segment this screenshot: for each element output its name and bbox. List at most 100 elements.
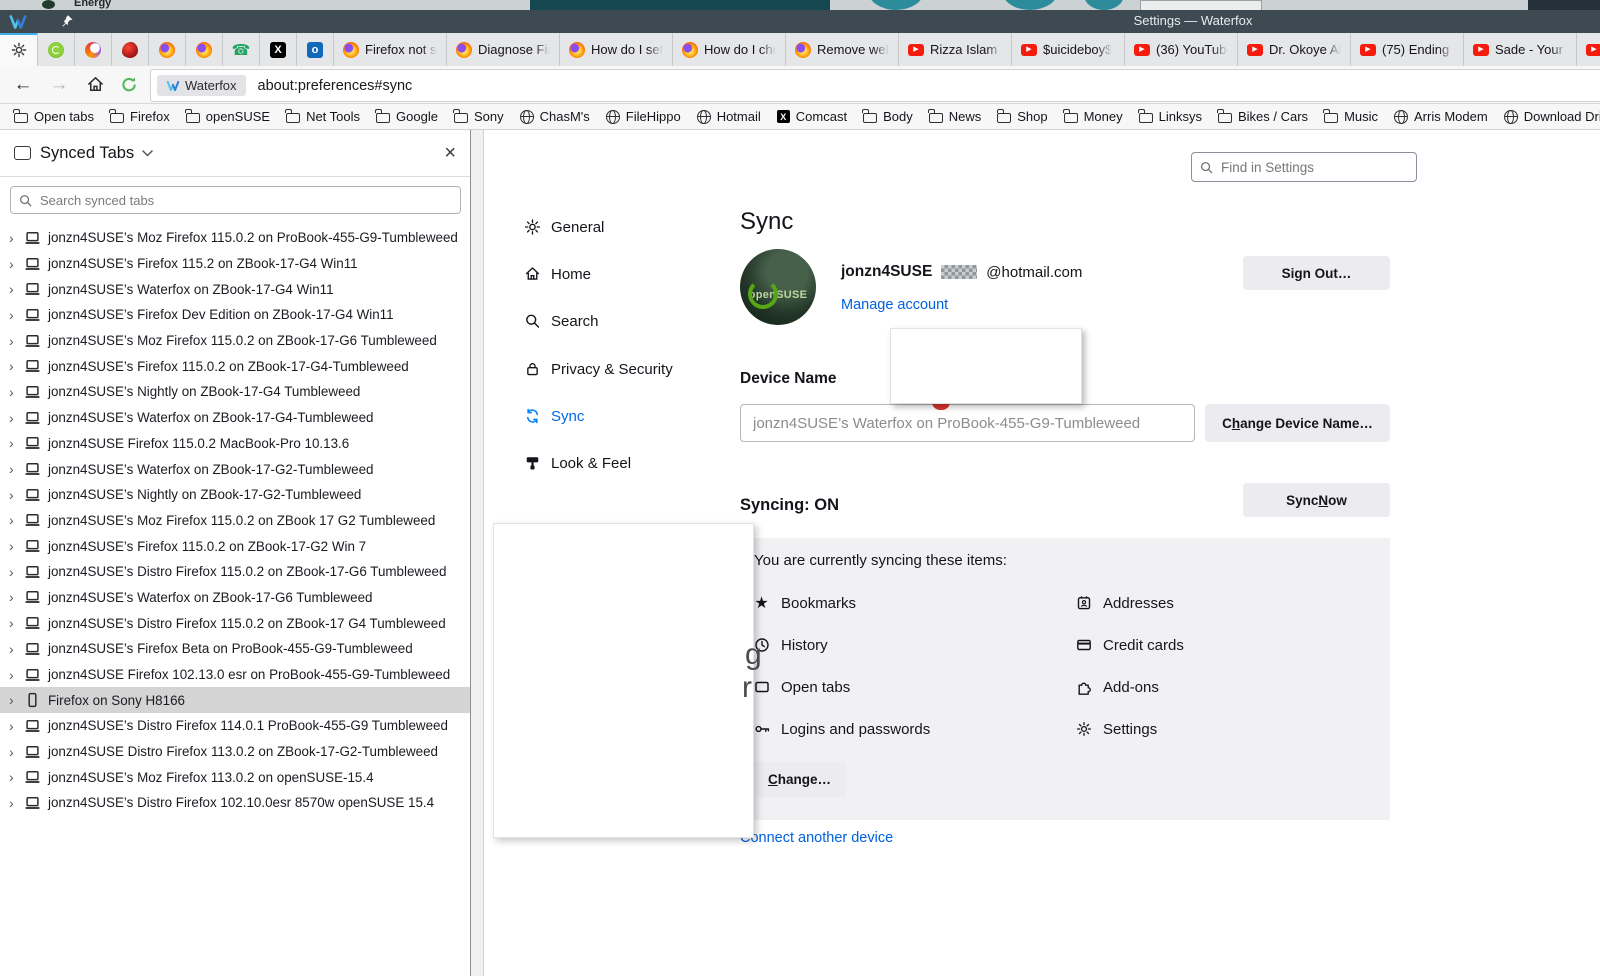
url-bar[interactable]: Waterfox about:preferences#sync [150,69,1600,102]
expand-chevron-icon[interactable]: › [9,411,24,425]
account-avatar[interactable]: openSUSE [740,249,816,325]
settings-nav-privacy[interactable]: Privacy & Security [524,356,673,382]
expand-chevron-icon[interactable]: › [9,770,24,784]
settings-nav-look-feel[interactable]: Look & Feel [524,450,631,476]
expand-chevron-icon[interactable]: › [9,257,24,271]
expand-chevron-icon[interactable]: › [9,513,24,527]
expand-chevron-icon[interactable]: › [9,745,24,759]
home-button[interactable] [80,66,110,103]
synced-device-row[interactable]: › jonzn4SUSE’s Firefox 115.0.2 on ZBook-… [0,353,470,379]
expand-chevron-icon[interactable]: › [9,539,24,553]
find-in-settings-box[interactable] [1191,152,1417,182]
expand-chevron-icon[interactable]: › [9,385,24,399]
bookmark-item[interactable]: Open tabs [6,105,102,129]
bookmark-item[interactable]: Music [1316,105,1386,129]
back-button[interactable]: ← [8,66,38,103]
pin-icon[interactable] [60,14,75,29]
expand-chevron-icon[interactable]: › [9,359,24,373]
browser-tab[interactable]: How do I set [559,33,672,66]
change-sync-items-button[interactable]: Change… [753,762,846,797]
browser-tab[interactable] [1576,33,1600,66]
sync-now-button[interactable]: Sync Now [1243,483,1390,517]
forward-button[interactable]: → [44,66,74,103]
synced-device-row[interactable]: › jonzn4SUSE’s Distro Firefox 115.0.2 on… [0,559,470,585]
bookmark-item[interactable]: News [921,105,990,129]
bookmark-item[interactable]: Comcast [769,105,855,129]
bookmark-item[interactable]: Google [368,105,446,129]
expand-chevron-icon[interactable]: › [9,565,24,579]
browser-tab[interactable]: Remove web [785,33,898,66]
settings-nav-home[interactable]: Home [524,261,591,287]
synced-device-row[interactable]: › jonzn4SUSE’s Firefox 115.0.2 on ZBook-… [0,533,470,559]
bookmark-item[interactable]: Firefox [102,105,178,129]
synced-device-row[interactable]: › jonzn4SUSE’s Nightly on ZBook-17-G2-Tu… [0,482,470,508]
pinned-tab-settings[interactable] [0,33,37,66]
sidebar-splitter[interactable] [470,130,484,976]
browser-tab[interactable]: How do I cho [672,33,785,66]
url-text[interactable]: about:preferences#sync [258,78,413,94]
synced-device-row[interactable]: › jonzn4SUSE’s Moz Firefox 113.0.2 on op… [0,764,470,790]
device-name-input[interactable] [740,404,1195,442]
expand-chevron-icon[interactable]: › [9,616,24,630]
bookmark-item[interactable]: ChasM's [512,105,598,129]
pinned-tab-dragon[interactable] [111,33,148,66]
change-device-name-button[interactable]: Change Device Name… [1205,404,1390,442]
expand-chevron-icon[interactable]: › [9,436,24,450]
browser-tab[interactable]: Sade - Your L [1463,33,1576,66]
synced-device-row[interactable]: › jonzn4SUSE Firefox 102.13.0 esr on Pro… [0,662,470,688]
bookmark-item[interactable]: Hotmail [689,105,769,129]
expand-chevron-icon[interactable]: › [9,693,24,707]
bookmark-item[interactable]: Arris Modem [1386,105,1496,129]
bookmark-item[interactable]: Net Tools [278,105,368,129]
synced-device-row[interactable]: › jonzn4SUSE’s Moz Firefox 115.0.2 on Pr… [0,225,470,251]
browser-tab[interactable]: (75) Ending F [1350,33,1463,66]
expand-chevron-icon[interactable]: › [9,231,24,245]
sidebar-close-icon[interactable]: × [444,143,456,163]
bookmark-item[interactable]: openSUSE [178,105,278,129]
bookmark-item[interactable]: Bikes / Cars [1210,105,1316,129]
synced-device-row[interactable]: › jonzn4SUSE’s Distro Firefox 115.0.2 on… [0,610,470,636]
expand-chevron-icon[interactable]: › [9,488,24,502]
synced-device-row[interactable]: › jonzn4SUSE’s Moz Firefox 115.0.2 on ZB… [0,328,470,354]
bookmark-item[interactable]: Linksys [1131,105,1210,129]
synced-device-row[interactable]: › jonzn4SUSE’s Waterfox on ZBook-17-G4-T… [0,405,470,431]
manage-account-link[interactable]: Manage account [841,297,948,313]
synced-device-row[interactable]: › jonzn4SUSE Firefox 115.0.2 MacBook-Pro… [0,431,470,457]
expand-chevron-icon[interactable]: › [9,282,24,296]
synced-device-row[interactable]: › jonzn4SUSE’s Waterfox on ZBook-17-G2-T… [0,456,470,482]
connect-another-device-link[interactable]: Connect another device [740,830,893,846]
expand-chevron-icon[interactable]: › [9,796,24,810]
synced-device-row[interactable]: › jonzn4SUSE’s Distro Firefox 114.0.1 Pr… [0,713,470,739]
synced-device-row[interactable]: › jonzn4SUSE’s Firefox Beta on ProBook-4… [0,636,470,662]
bookmark-item[interactable]: Body [855,105,921,129]
expand-chevron-icon[interactable]: › [9,590,24,604]
sidebar-search-box[interactable] [10,186,461,214]
browser-tab[interactable]: $uicideboy$ [1011,33,1124,66]
synced-device-row[interactable]: › jonzn4SUSE’s Waterfox on ZBook-17-G4 W… [0,276,470,302]
bookmark-item[interactable]: Money [1056,105,1131,129]
browser-tab[interactable]: Firefox not s [333,33,446,66]
bookmark-item[interactable]: Download Drive [1496,105,1600,129]
synced-device-row[interactable]: › jonzn4SUSE’s Firefox 115.2 on ZBook-17… [0,251,470,277]
sign-out-button[interactable]: Sign Out… [1243,256,1390,290]
expand-chevron-icon[interactable]: › [9,668,24,682]
synced-device-row[interactable]: › Firefox on Sony H8166 [0,687,470,713]
browser-tab[interactable]: (36) YouTube [1124,33,1237,66]
synced-device-row[interactable]: › jonzn4SUSE Distro Firefox 113.0.2 on Z… [0,739,470,765]
identity-chip[interactable]: Waterfox [157,75,246,96]
expand-chevron-icon[interactable]: › [9,334,24,348]
pinned-tab-opensuse[interactable] [37,33,74,66]
pinned-tab-firefox[interactable] [185,33,222,66]
pinned-tab-phone[interactable]: ☎ [222,33,259,66]
find-in-settings-input[interactable] [1219,159,1408,176]
pinned-tab-firefox[interactable] [148,33,185,66]
green-reload-extension-icon[interactable] [114,66,144,103]
synced-device-row[interactable]: › jonzn4SUSE’s Firefox Dev Edition on ZB… [0,302,470,328]
expand-chevron-icon[interactable]: › [9,462,24,476]
pinned-tab-nightly[interactable] [74,33,111,66]
browser-tab[interactable]: Rizza Islam L [898,33,1011,66]
browser-tab[interactable]: Diagnose Fir [446,33,559,66]
bookmark-item[interactable]: FileHippo [598,105,689,129]
synced-device-row[interactable]: › jonzn4SUSE’s Distro Firefox 102.10.0es… [0,790,470,816]
synced-device-row[interactable]: › jonzn4SUSE’s Moz Firefox 115.0.2 on ZB… [0,508,470,534]
